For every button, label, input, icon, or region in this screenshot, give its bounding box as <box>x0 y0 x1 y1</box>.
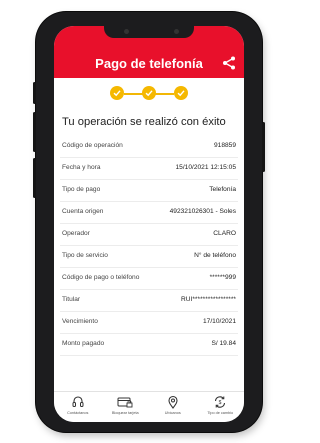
detail-value: CLARO <box>213 230 236 237</box>
detail-value: Telefonía <box>209 186 236 193</box>
detail-label: Tipo de servicio <box>62 252 108 259</box>
detail-row: Monto pagado S/ 19.84 <box>60 334 238 356</box>
receipt-details: Código de operación 918859 Fecha y hora … <box>54 136 244 356</box>
step-check-icon <box>174 86 188 100</box>
nav-label: Contáctanos <box>67 411 89 415</box>
detail-row: Código de pago o teléfono ******999 <box>60 268 238 290</box>
headset-icon <box>72 396 84 407</box>
detail-label: Fecha y hora <box>62 164 101 171</box>
detail-row: Fecha y hora 15/10/2021 12:15:05 <box>60 158 238 180</box>
app-header: Pago de telefonía <box>54 26 244 78</box>
nav-item-tipo-de-cambio[interactable]: $ Tipo de cambio <box>197 392 245 422</box>
detail-label: Operador <box>62 230 90 237</box>
exchange-icon: $ <box>215 396 226 408</box>
step-check-icon <box>142 86 156 100</box>
detail-value: RUI***************** <box>181 296 236 303</box>
phone-side-button <box>33 82 36 104</box>
phone-side-button <box>33 112 36 152</box>
phone-frame: Pago de telefonía Tu operación se realiz… <box>33 12 265 432</box>
phone-screen: Pago de telefonía Tu operación se realiz… <box>54 26 244 422</box>
detail-label: Cuenta origen <box>62 208 104 215</box>
nav-label: Tipo de cambio <box>207 411 234 415</box>
detail-value: 918859 <box>213 142 236 149</box>
detail-label: Titular <box>62 296 81 303</box>
receipt-panel: Tu operación se realizó con éxito Código… <box>54 108 244 391</box>
detail-label: Monto pagado <box>62 340 105 347</box>
progress-steps <box>54 78 244 108</box>
page-title: Pago de telefonía <box>95 56 203 71</box>
detail-value: 492321026301 - Soles <box>169 208 236 215</box>
detail-value: 17/10/2021 <box>202 318 236 325</box>
detail-value: N° de teléfono <box>194 252 236 259</box>
detail-value: ******999 <box>209 274 236 281</box>
detail-row: Tipo de pago Telefonía <box>60 180 238 202</box>
svg-text:$: $ <box>219 400 222 406</box>
success-headline: Tu operación se realizó con éxito <box>62 116 226 128</box>
phone-notch <box>104 26 194 38</box>
detail-row: Vencimiento 17/10/2021 <box>60 312 238 334</box>
detail-value: S/ 19.84 <box>211 340 236 347</box>
detail-row: Cuenta origen 492321026301 - Soles <box>60 202 238 224</box>
card-lock-icon <box>117 397 133 408</box>
camera-dot <box>124 29 129 34</box>
detail-row: Código de operación 918859 <box>60 136 238 158</box>
nav-label: Ubícanos <box>164 411 181 415</box>
nav-item-bloquear-tarjeta[interactable]: Bloquear tarjeta <box>102 392 150 422</box>
detail-row: Titular RUI***************** <box>60 290 238 312</box>
detail-label: Vencimiento <box>62 318 98 325</box>
camera-dot <box>174 29 179 34</box>
detail-label: Tipo de pago <box>62 186 101 193</box>
detail-label: Código de pago o teléfono <box>62 274 140 281</box>
bottom-navigation: Contáctanos Bloquear tarjeta Ubícanos $ … <box>54 391 244 422</box>
step-check-icon <box>110 86 124 100</box>
share-icon[interactable] <box>222 56 236 70</box>
nav-item-contactanos[interactable]: Contáctanos <box>54 392 102 422</box>
detail-label: Código de operación <box>62 142 123 149</box>
detail-row: Tipo de servicio N° de teléfono <box>60 246 238 268</box>
location-pin-icon <box>168 395 178 409</box>
detail-row: Operador CLARO <box>60 224 238 246</box>
phone-side-button <box>33 158 36 198</box>
detail-value: 15/10/2021 12:15:05 <box>175 164 237 171</box>
nav-label: Bloquear tarjeta <box>111 411 139 415</box>
phone-power-button <box>262 122 265 172</box>
nav-item-ubicanos[interactable]: Ubícanos <box>149 392 197 422</box>
